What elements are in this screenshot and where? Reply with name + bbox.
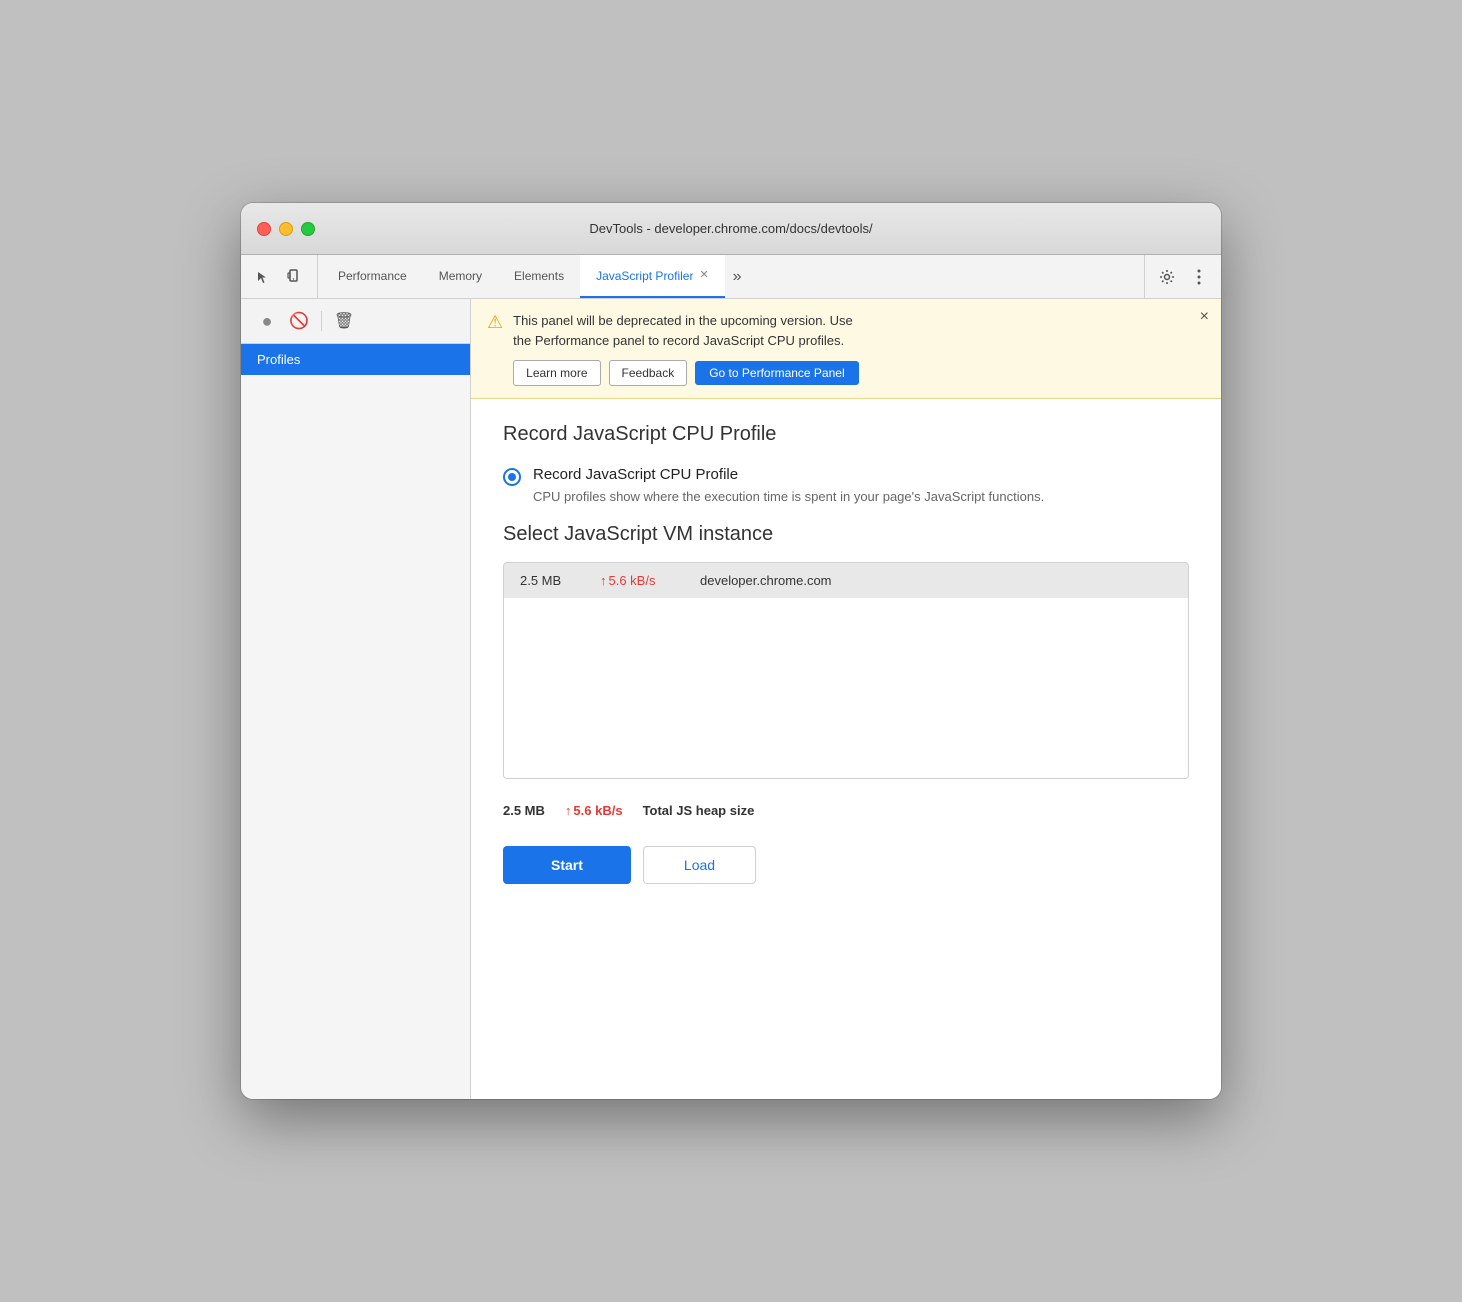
vm-row-rate: ↑ 5.6 kB/s (600, 573, 680, 588)
radio-option-desc: CPU profiles show where the execution ti… (533, 487, 1044, 507)
vm-rate-value: 5.6 kB/s (609, 573, 656, 588)
vm-footer: 2.5 MB ↑ 5.6 kB/s Total JS heap size (503, 795, 1189, 826)
toolbar-icons (249, 255, 318, 298)
radio-option-content: Record JavaScript CPU Profile CPU profil… (533, 466, 1044, 507)
tab-js-profiler[interactable]: JavaScript Profiler ✕ (580, 255, 725, 298)
profile-section: Record JavaScript CPU Profile Record Jav… (471, 399, 1221, 916)
settings-group (1144, 255, 1213, 298)
up-arrow-icon: ↑ (600, 573, 607, 588)
delete-profile-button[interactable]: 🗑 (330, 307, 358, 335)
vm-section-title: Select JavaScript VM instance (503, 523, 1189, 546)
tab-memory[interactable]: Memory (423, 255, 498, 298)
settings-icon[interactable] (1153, 263, 1181, 291)
tab-close-icon[interactable]: ✕ (699, 270, 708, 281)
vm-row-url: developer.chrome.com (700, 573, 832, 588)
cursor-icon[interactable] (249, 263, 277, 291)
footer-rate-value: 5.6 kB/s (573, 803, 622, 818)
radio-button[interactable] (503, 468, 521, 486)
close-button[interactable] (257, 222, 271, 236)
banner-content: This panel will be deprecated in the upc… (513, 311, 1205, 386)
tab-performance[interactable]: Performance (322, 255, 423, 298)
vm-footer-rate: ↑ 5.6 kB/s (565, 803, 623, 818)
no-record-button[interactable]: 🚫 (285, 307, 313, 335)
load-button[interactable]: Load (643, 846, 756, 884)
vm-instance-table: 2.5 MB ↑ 5.6 kB/s developer.chrome.com (503, 562, 1189, 779)
sidebar-item-profiles[interactable]: Profiles (241, 344, 470, 375)
radio-selected-indicator (508, 473, 516, 481)
vm-row-size: 2.5 MB (520, 573, 580, 588)
profile-section-title: Record JavaScript CPU Profile (503, 423, 1189, 446)
sidebar: ● 🚫 🗑 Profiles (241, 299, 471, 1099)
maximize-button[interactable] (301, 222, 315, 236)
devtools-tabs: Performance Memory Elements JavaScript P… (322, 255, 1144, 298)
sidebar-toolbar: ● 🚫 🗑 (241, 299, 470, 344)
vm-footer-size: 2.5 MB (503, 803, 545, 818)
traffic-lights (257, 222, 315, 236)
device-toolbar-icon[interactable] (281, 263, 309, 291)
footer-up-arrow-icon: ↑ (565, 803, 572, 818)
feedback-button[interactable]: Feedback (609, 360, 688, 386)
title-bar: DevTools - developer.chrome.com/docs/dev… (241, 203, 1221, 255)
devtools-tab-bar: Performance Memory Elements JavaScript P… (241, 255, 1221, 299)
minimize-button[interactable] (279, 222, 293, 236)
more-tabs-button[interactable]: » (725, 255, 750, 298)
go-to-performance-button[interactable]: Go to Performance Panel (695, 361, 858, 385)
main-area: ● 🚫 🗑 Profiles ⚠ This panel will be depr… (241, 299, 1221, 1099)
content-panel: ⚠ This panel will be deprecated in the u… (471, 299, 1221, 1099)
devtools-window: DevTools - developer.chrome.com/docs/dev… (241, 203, 1221, 1099)
record-button[interactable]: ● (253, 307, 281, 335)
learn-more-button[interactable]: Learn more (513, 360, 600, 386)
deprecation-banner: ⚠ This panel will be deprecated in the u… (471, 299, 1221, 399)
tab-elements[interactable]: Elements (498, 255, 580, 298)
window-title: DevTools - developer.chrome.com/docs/dev… (589, 221, 872, 236)
warning-icon: ⚠ (487, 312, 503, 333)
banner-close-button[interactable]: × (1200, 309, 1209, 325)
radio-option: Record JavaScript CPU Profile CPU profil… (503, 466, 1189, 507)
more-options-icon[interactable] (1185, 263, 1213, 291)
vm-empty-area (504, 598, 1188, 778)
banner-text: This panel will be deprecated in the upc… (513, 311, 1205, 350)
banner-actions: Learn more Feedback Go to Performance Pa… (513, 360, 1205, 386)
bottom-actions: Start Load (503, 846, 1189, 892)
radio-option-label: Record JavaScript CPU Profile (533, 466, 1044, 483)
vm-footer-label: Total JS heap size (643, 803, 755, 818)
start-button[interactable]: Start (503, 846, 631, 884)
vm-row[interactable]: 2.5 MB ↑ 5.6 kB/s developer.chrome.com (504, 563, 1188, 598)
